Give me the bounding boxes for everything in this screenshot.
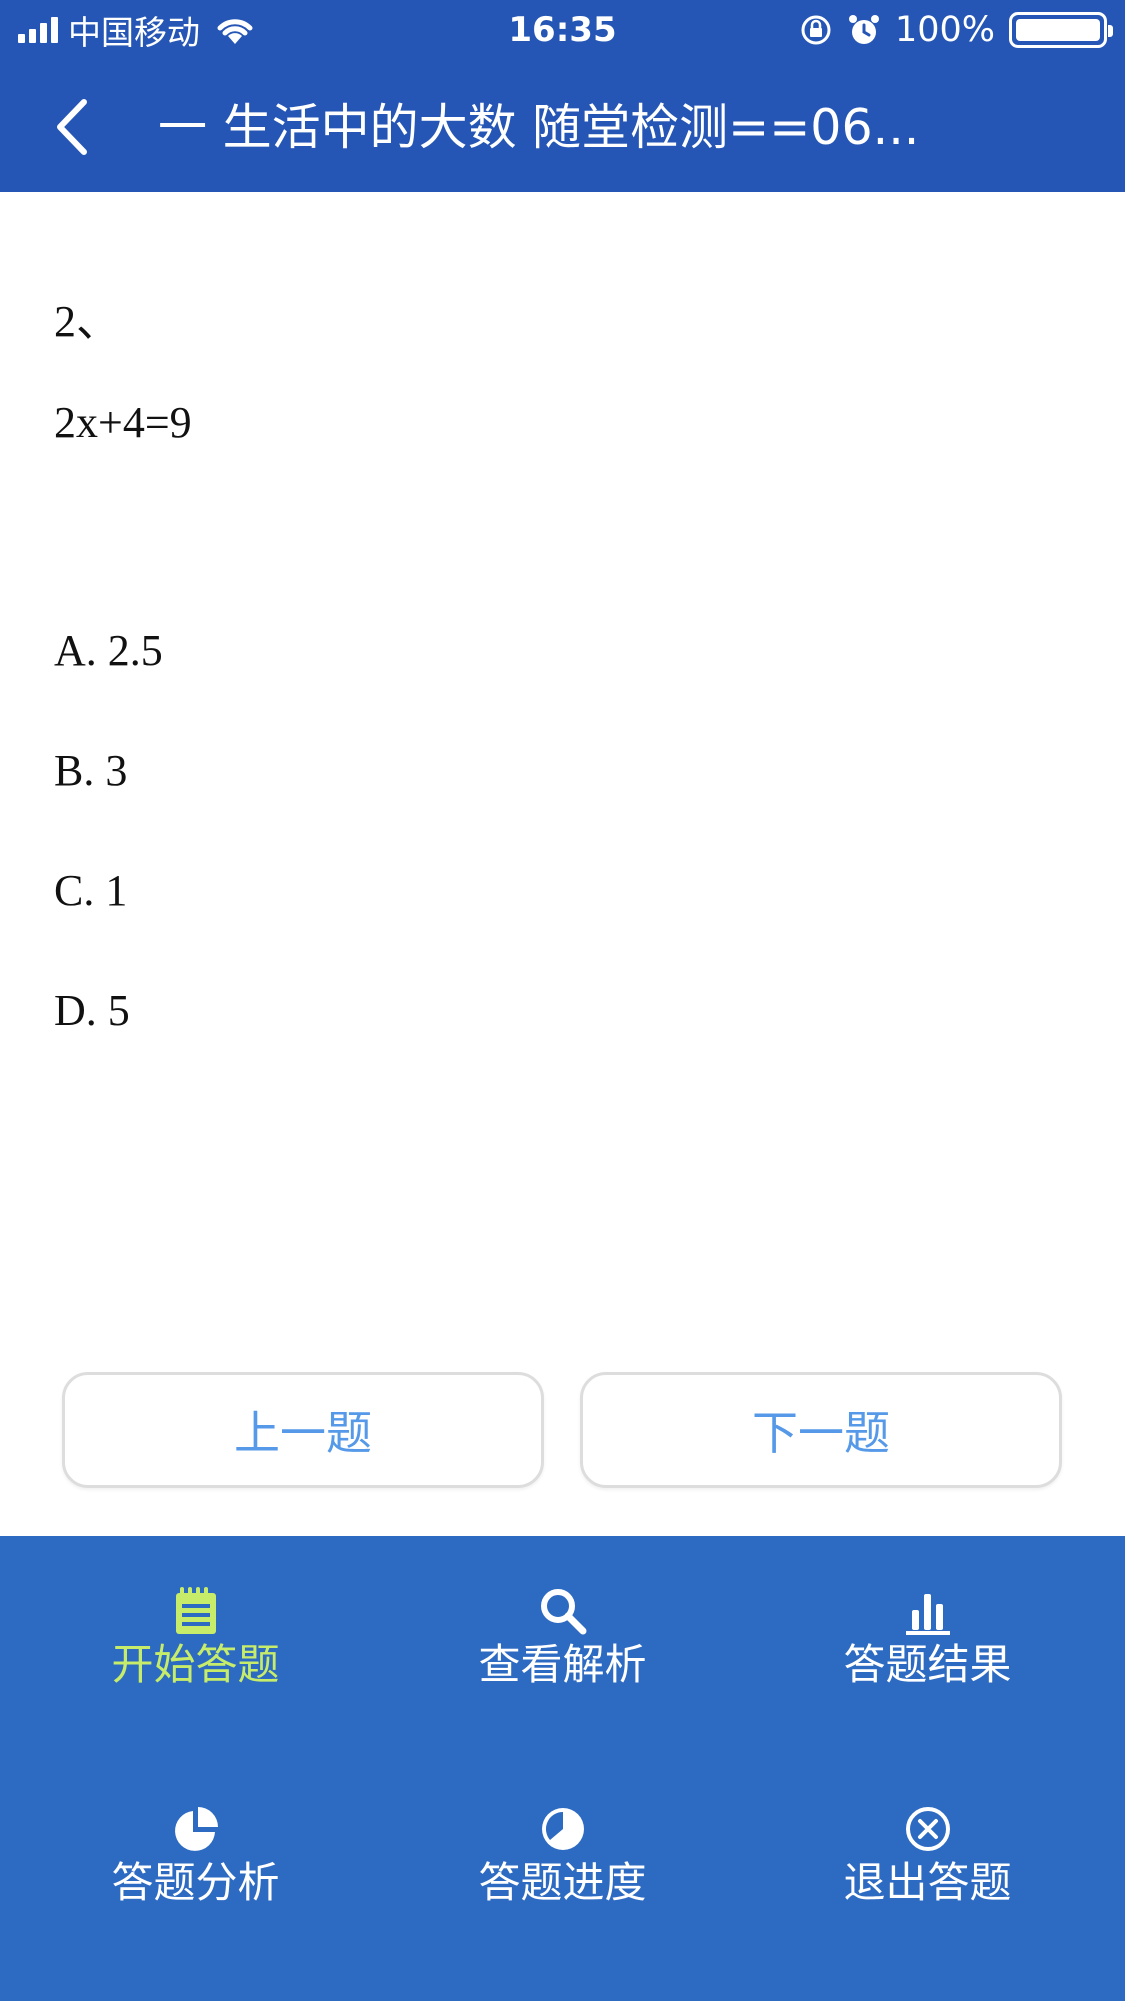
question-number: 2、 — [54, 297, 120, 346]
question-text: 2x+4=9 — [54, 398, 192, 447]
alarm-icon — [848, 15, 879, 44]
battery-percent: 100% — [894, 10, 995, 50]
option-a[interactable]: A. 2.5 — [54, 625, 163, 676]
menu-label: 退出答题 — [843, 1858, 1012, 1907]
menu-start-answer[interactable]: 开始答题 — [8, 1586, 383, 1746]
nav-bar: 一 生活中的大数 随堂检测==06... — [0, 60, 1125, 192]
bar-chart-icon — [905, 1594, 950, 1635]
pie-chart-icon — [174, 1807, 218, 1851]
menu-answer-analysis[interactable]: 答题分析 — [8, 1804, 383, 1964]
menu-label: 开始答题 — [111, 1640, 280, 1689]
menu-exit-answer[interactable]: 退出答题 — [740, 1804, 1115, 1964]
battery-icon — [1009, 12, 1113, 48]
menu-answer-results[interactable]: 答题结果 — [740, 1586, 1115, 1746]
search-icon — [540, 1589, 586, 1635]
menu-answer-progress[interactable]: 答题进度 — [375, 1804, 750, 1964]
page-title: 一 生活中的大数 随堂检测==06... — [158, 99, 920, 156]
status-right: 100% — [799, 8, 1113, 52]
next-question-button[interactable]: 下一题 — [580, 1372, 1062, 1488]
prev-question-button[interactable]: 上一题 — [62, 1372, 544, 1488]
notepad-icon — [175, 1587, 216, 1634]
menu-label: 查看解析 — [478, 1640, 647, 1689]
option-c[interactable]: C. 1 — [54, 865, 127, 916]
menu-label: 答题分析 — [111, 1858, 280, 1907]
bottom-menu: 开始答题 查看解析 答题结果 答题分析 答题进度 退出答题 — [0, 1536, 1125, 2001]
back-arrow-icon[interactable] — [40, 92, 110, 162]
status-bar: 中国移动 16:35 100% — [0, 0, 1125, 60]
option-d[interactable]: D. 5 — [54, 985, 130, 1036]
menu-label: 答题进度 — [478, 1858, 647, 1907]
app-header: 中国移动 16:35 100% 一 生活中的大数 随堂检测==06... — [0, 0, 1125, 192]
menu-label: 答题结果 — [843, 1640, 1012, 1689]
option-b[interactable]: B. 3 — [54, 745, 127, 796]
orientation-lock-icon — [801, 15, 831, 45]
progress-icon — [541, 1808, 584, 1850]
menu-view-analysis[interactable]: 查看解析 — [375, 1586, 750, 1746]
close-circle-icon — [905, 1807, 950, 1851]
